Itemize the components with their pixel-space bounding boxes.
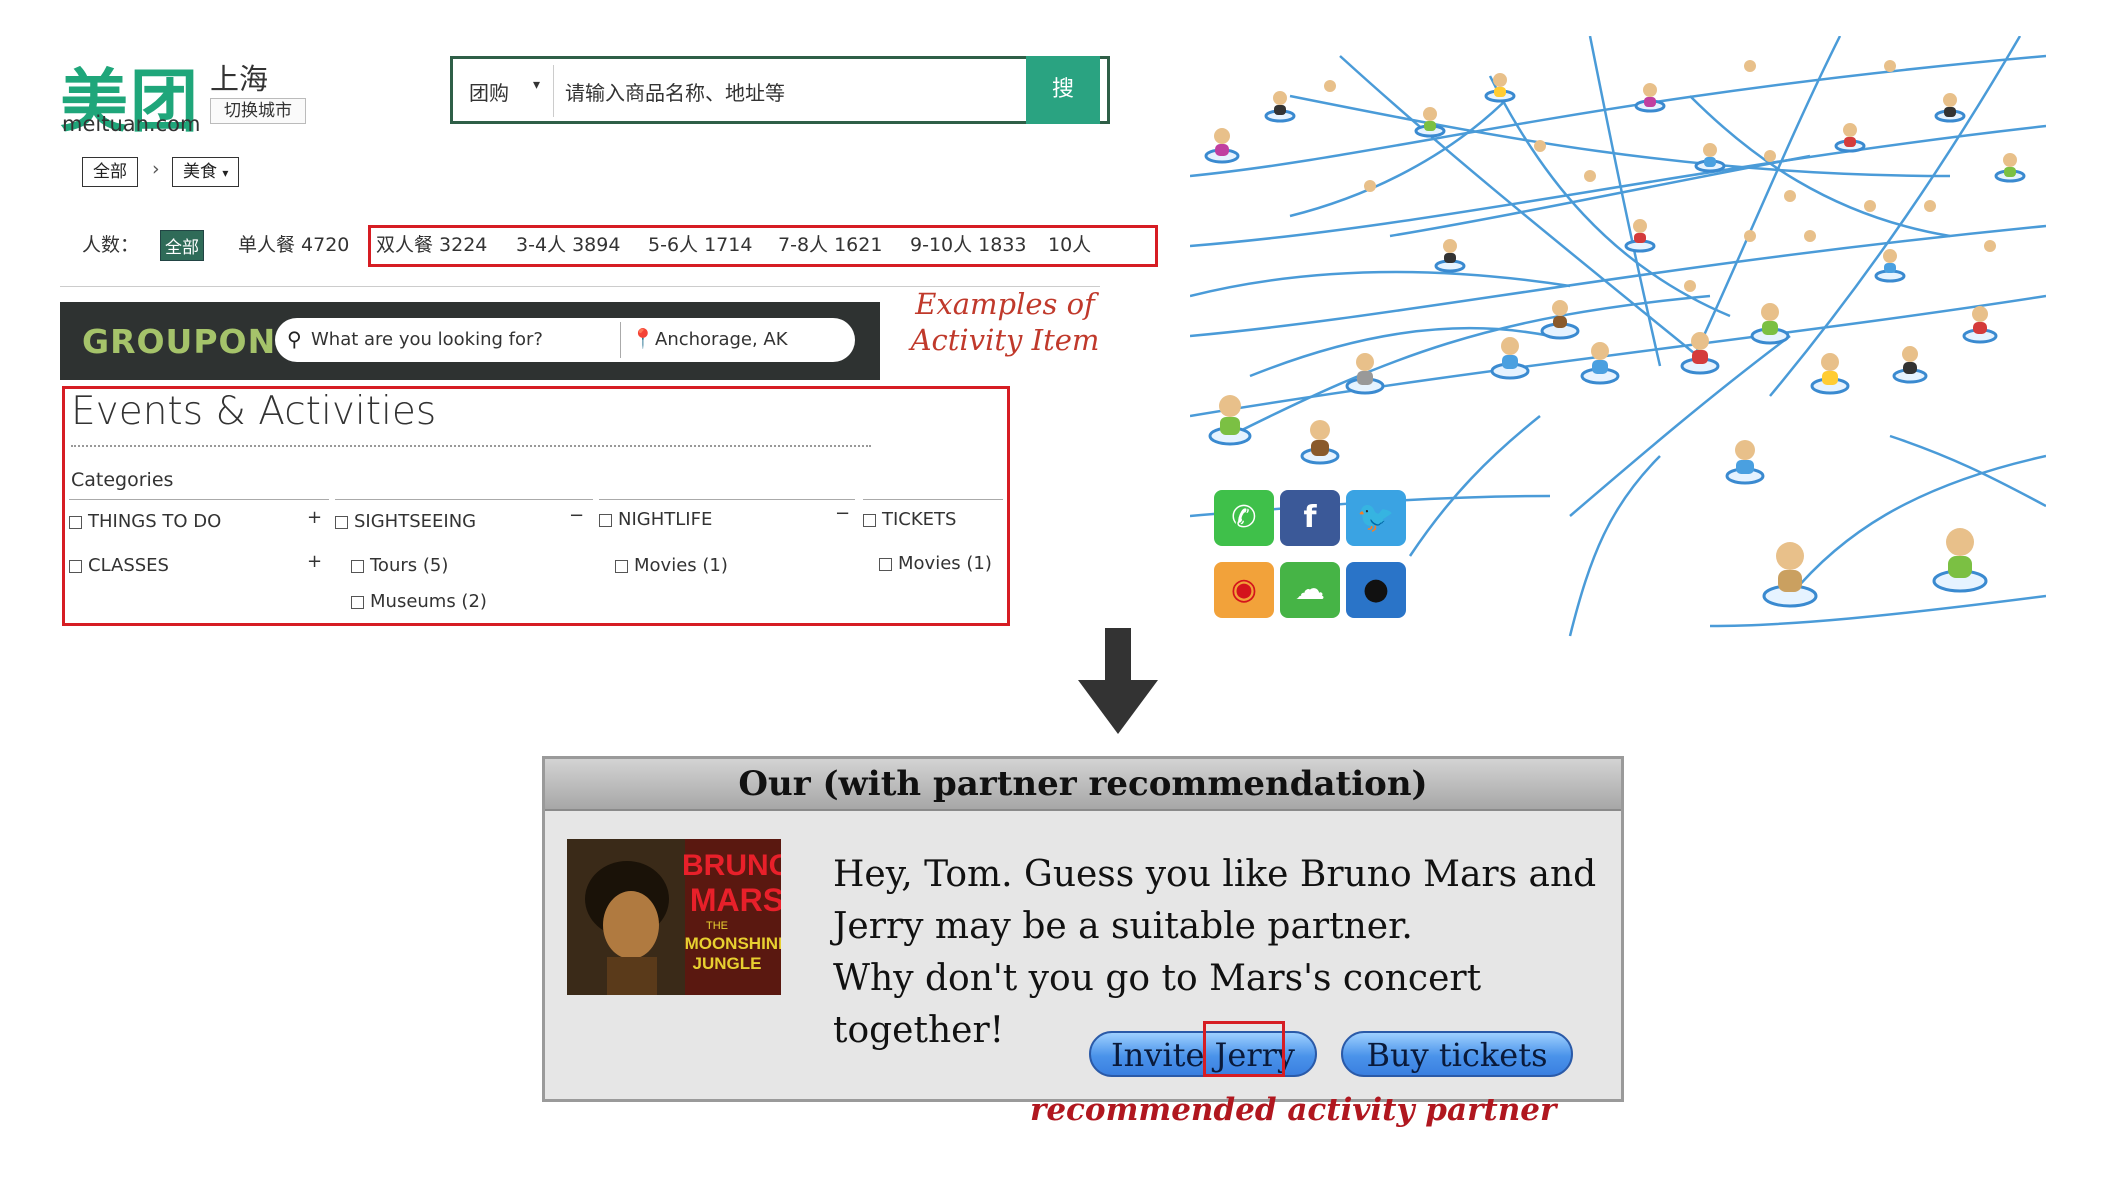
search-icon: ⚲ (287, 327, 302, 351)
category-label: NIGHTLIFE (618, 509, 713, 530)
whatsapp-icon[interactable]: ✆ (1214, 490, 1274, 546)
checkbox[interactable] (69, 559, 82, 573)
album-cover-art: BRUNO MARS THE MOONSHINE JUNGLE (567, 839, 781, 995)
search-input[interactable]: 请输入商品名称、地址等 (565, 77, 785, 106)
network-graph (1190, 36, 2046, 637)
breadcrumb-separator-icon: › (152, 158, 160, 180)
people-filter-single[interactable]: 单人餐 4720 (238, 230, 349, 257)
album-title-line-4: MOONSHINE (685, 934, 781, 953)
people-filter-all[interactable]: 全部 (160, 230, 204, 261)
checkbox[interactable] (863, 513, 876, 527)
album-title-line-1: BRUNO (682, 849, 781, 882)
activity-examples-annotation: Examples of Activity Item (910, 287, 1100, 357)
section-title: Events & Activities (71, 389, 437, 434)
category-label: Museums (2) (370, 591, 487, 612)
checkbox[interactable] (351, 595, 364, 609)
category-label: CLASSES (88, 555, 169, 576)
qq-icon[interactable]: ● (1346, 562, 1406, 618)
checkbox[interactable] (599, 513, 612, 527)
column-divider (599, 499, 855, 500)
location-pin-icon: 📍 (631, 328, 655, 350)
category-label: SIGHTSEEING (354, 511, 477, 532)
groupon-logo[interactable]: GROUPON (82, 322, 276, 361)
social-network-illustration: ✆ f 🐦 ◉ ☁ ● (1190, 36, 2046, 640)
column-divider (863, 499, 1003, 500)
groupon-header: GROUPON ⚲ What are you looking for? 📍 An… (60, 302, 880, 380)
category-label: THINGS TO DO (88, 511, 222, 532)
facebook-icon[interactable]: f (1280, 490, 1340, 546)
message-line-1: Hey, Tom. Guess you like Bruno Mars and (833, 854, 1597, 895)
search-divider (553, 65, 554, 117)
location-input[interactable]: Anchorage, AK (655, 329, 788, 350)
collapse-icon[interactable]: − (835, 503, 850, 524)
down-arrow-icon (1078, 628, 1158, 734)
category-label: TICKETS (882, 509, 957, 530)
invite-prefix: Invite (1111, 1036, 1215, 1074)
meituan-panel: 美团 meituan.com 上海 切换城市 团购 ▾ 请输入商品名称、地址等 … (60, 40, 1158, 290)
category-sightseeing[interactable]: SIGHTSEEING (335, 511, 476, 532)
meituan-search-box[interactable]: 团购 ▾ 请输入商品名称、地址等 (450, 56, 1110, 124)
category-tickets[interactable]: TICKETS (863, 509, 956, 530)
breadcrumb-food[interactable]: 美食 ▾ (172, 157, 240, 187)
partner-annotation: recommended activity partner (1030, 1092, 1557, 1128)
checkbox[interactable] (69, 515, 82, 529)
dotted-divider (71, 445, 871, 447)
groupon-search-box[interactable]: ⚲ What are you looking for? 📍 Anchorage,… (275, 318, 855, 362)
switch-city-button[interactable]: 切换城市 (210, 98, 306, 124)
buy-tickets-button[interactable]: Buy tickets (1341, 1031, 1573, 1077)
twitter-icon[interactable]: 🐦 (1346, 490, 1406, 546)
album-cover-image[interactable]: BRUNO MARS THE MOONSHINE JUNGLE (567, 839, 781, 995)
expand-icon[interactable]: + (307, 551, 322, 572)
category-label: Tours (5) (370, 555, 449, 576)
breadcrumb-all[interactable]: 全部 (82, 157, 138, 187)
category-label: Movies (1) (634, 555, 728, 576)
search-divider (620, 322, 621, 358)
column-divider (335, 499, 593, 500)
chevron-down-icon: ▾ (533, 77, 541, 93)
categories-label: Categories (71, 469, 174, 491)
category-tickets-movies[interactable]: Movies (1) (879, 553, 992, 574)
city-name: 上海 (210, 62, 269, 96)
events-activities-panel: Events & Activities Categories THINGS TO… (62, 386, 1010, 626)
partner-recommendation-dialog: Our (with partner recommendation) BRUNO … (542, 756, 1624, 1102)
chevron-down-icon: ▾ (222, 166, 229, 180)
category-tours[interactable]: Tours (5) (351, 555, 448, 576)
category-nightlife[interactable]: NIGHTLIFE (599, 509, 712, 530)
checkbox[interactable] (879, 557, 892, 571)
category-nightlife-movies[interactable]: Movies (1) (615, 555, 728, 576)
search-button[interactable]: 搜 (1026, 56, 1100, 124)
album-title-line-2: MARS (690, 882, 781, 918)
category-classes[interactable]: CLASSES (69, 555, 169, 576)
category-museums[interactable]: Museums (2) (351, 591, 487, 612)
category-label: Movies (1) (898, 553, 992, 574)
category-things-to-do[interactable]: THINGS TO DO (69, 511, 221, 532)
checkbox[interactable] (335, 515, 348, 529)
meituan-domain: meituan.com (62, 112, 201, 136)
checkbox[interactable] (351, 559, 364, 573)
dialog-title: Our (with partner recommendation) (545, 759, 1621, 811)
checkbox[interactable] (615, 559, 628, 573)
album-title-line-5: JUNGLE (693, 954, 762, 973)
activity-highlight-box (368, 225, 1158, 267)
collapse-icon[interactable]: − (569, 505, 584, 526)
wechat-icon[interactable]: ☁ (1280, 562, 1340, 618)
weibo-icon[interactable]: ◉ (1214, 562, 1274, 618)
people-label: 人数： (82, 234, 140, 256)
breadcrumb-food-label: 美食 (183, 162, 217, 182)
column-divider (69, 499, 329, 500)
expand-icon[interactable]: + (307, 507, 322, 528)
groupon-search-input[interactable]: What are you looking for? (311, 329, 543, 350)
partner-highlight-box (1203, 1021, 1285, 1077)
album-title-line-3: THE (706, 920, 728, 932)
search-category-select[interactable]: 团购 (469, 77, 509, 106)
message-line-2: Jerry may be a suitable partner. (833, 906, 1413, 947)
